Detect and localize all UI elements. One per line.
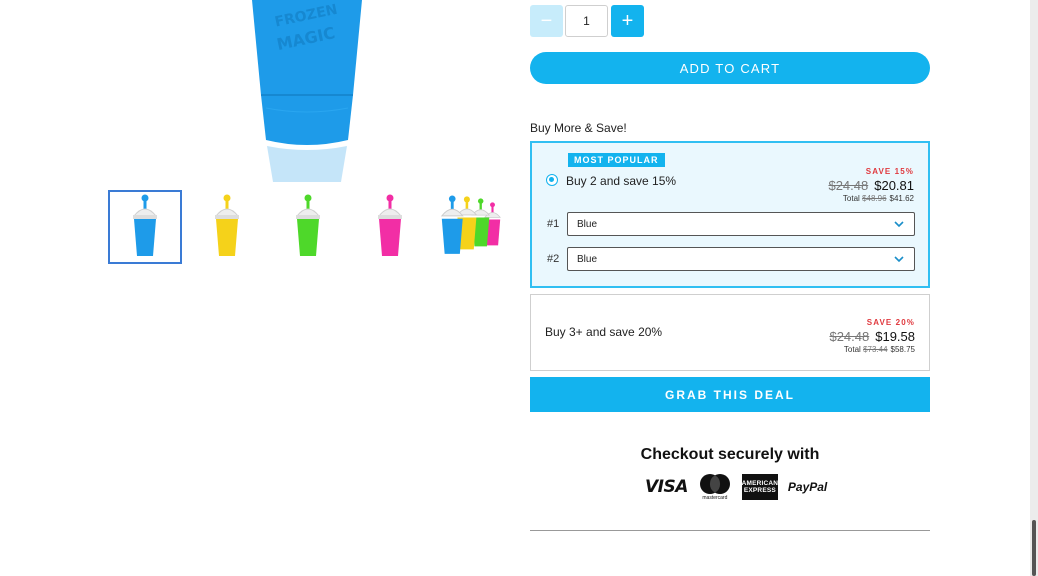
total-original-price: $48.96 [862, 194, 887, 203]
chevron-down-icon [894, 221, 904, 228]
cup-green-icon [295, 194, 321, 256]
variant-2-label: #2 [547, 253, 560, 265]
variant-1-value: Blue [577, 218, 598, 230]
offer-pricing: SAVE 15% $24.48 $20.81 Total $48.96 $41.62 [828, 167, 914, 203]
amex-logo: AMERICAN EXPRESS [742, 474, 778, 500]
thumbnail-multicolor[interactable] [434, 190, 504, 264]
paypal-logo: PayPal [787, 480, 828, 494]
variant-2-select[interactable]: Blue [567, 247, 915, 271]
offer-label: Buy 3+ and save 20% [545, 325, 663, 339]
total-price: $41.62 [889, 194, 914, 203]
save-percent-label: SAVE 20% [866, 318, 915, 327]
most-popular-badge: MOST POPULAR [568, 153, 665, 167]
cup-pink-icon [377, 194, 403, 256]
total-original-price: $73.44 [863, 345, 888, 354]
total-label: Total [842, 194, 860, 203]
offer-pricing: SAVE 20% $24.48 $19.58 Total $73.44 $58.75 [829, 318, 915, 354]
thumbnail-blue[interactable] [108, 190, 182, 264]
cups-multicolor-icon [440, 195, 501, 254]
checkout-title: Checkout securely with [640, 446, 820, 463]
scrollbar-thumb[interactable] [1032, 520, 1036, 576]
amex-line-1: AMERICAN [741, 479, 779, 487]
save-percent-label: SAVE 15% [865, 167, 914, 176]
visa-logo: VISA [645, 477, 688, 497]
section-divider [530, 530, 930, 531]
original-price: $24.48 [829, 329, 870, 344]
add-to-cart-button[interactable]: ADD TO CART [530, 52, 930, 84]
scrollbar-track[interactable] [1030, 0, 1038, 576]
thumbnail-green[interactable] [271, 190, 345, 264]
discount-price: $20.81 [874, 178, 914, 193]
cup-blue-icon [132, 194, 158, 256]
bundle-offer-buy-2[interactable]: MOST POPULAR Buy 2 and save 15% SAVE 15%… [530, 141, 930, 288]
quantity-increase-button[interactable]: + [611, 5, 644, 37]
mastercard-logo: mastercard [698, 473, 732, 501]
mastercard-label: mastercard [702, 495, 728, 501]
discount-price: $19.58 [875, 329, 915, 344]
quantity-input[interactable] [565, 5, 608, 37]
variant-1-select[interactable]: Blue [567, 212, 915, 236]
cup-yellow-icon [214, 194, 240, 256]
amex-line-2: EXPRESS [743, 487, 776, 494]
offer-radio-selected[interactable] [546, 174, 558, 186]
chevron-down-icon [894, 256, 904, 263]
thumbnail-pink[interactable] [353, 190, 427, 264]
variant-1-label: #1 [547, 218, 560, 230]
bundle-heading: Buy More & Save! [530, 121, 627, 135]
product-reflection [255, 146, 359, 184]
payment-methods: VISA mastercard AMERICAN EXPRESS PayPal [645, 473, 827, 501]
total-price: $58.75 [890, 345, 915, 354]
bundle-offer-buy-3[interactable]: Buy 3+ and save 20% SAVE 20% $24.48 $19.5… [530, 294, 930, 371]
grab-deal-button[interactable]: GRAB THIS DEAL [530, 377, 930, 412]
total-label: Total [843, 345, 861, 354]
mastercard-icon [699, 474, 730, 494]
original-price: $24.48 [828, 178, 869, 193]
product-main-image: FROZEN MAGIC [252, 0, 362, 150]
thumbnail-yellow[interactable] [190, 190, 264, 264]
quantity-decrease-button[interactable]: − [530, 5, 563, 37]
offer-label: Buy 2 and save 15% [566, 174, 677, 188]
variant-2-value: Blue [577, 253, 598, 265]
